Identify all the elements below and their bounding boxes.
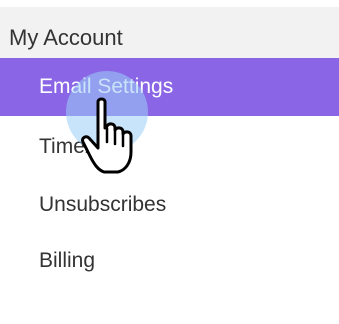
menu-item-billing[interactable]: Billing [0,232,339,290]
menu-item-unsubscribes[interactable]: Unsubscribes [0,176,339,234]
menu-header-my-account: My Account [0,7,339,58]
menu-item-email-settings[interactable]: Email Settings [0,58,339,116]
menu-item-timezone[interactable]: Timezone [0,118,339,176]
account-menu: My Account Email Settings Timezone Unsub… [0,0,339,324]
